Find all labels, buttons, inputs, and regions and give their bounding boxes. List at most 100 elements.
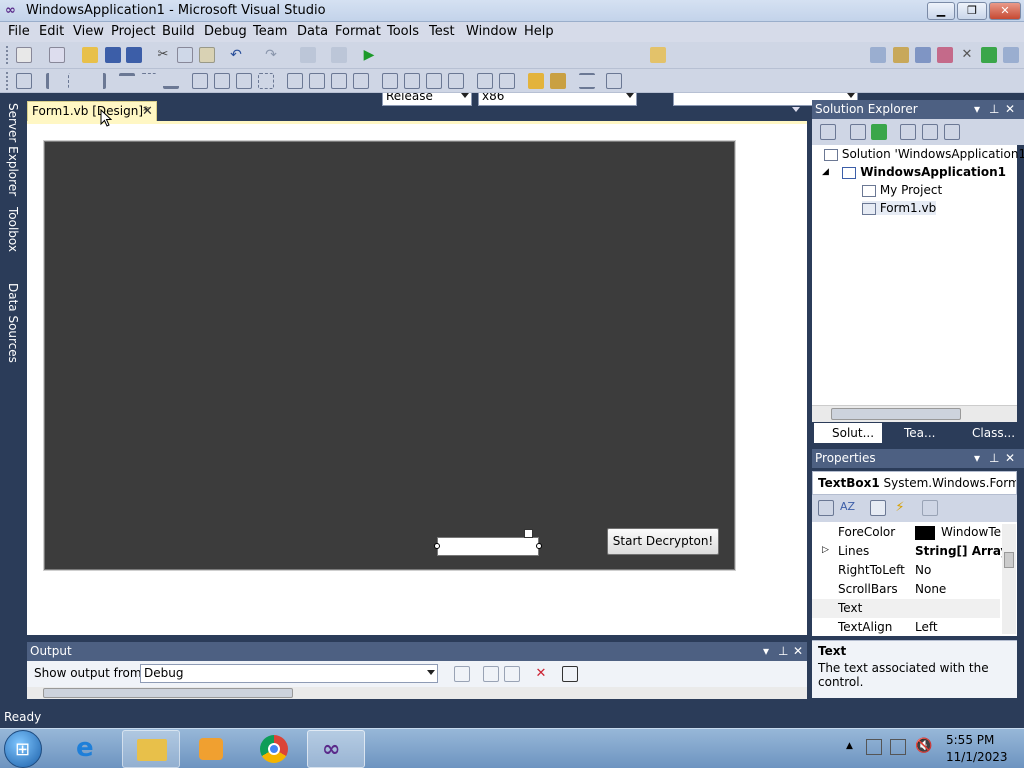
next-message-icon[interactable] xyxy=(504,666,520,682)
output-source-select[interactable]: Debug xyxy=(140,664,438,683)
increase-horizontal-spacing-icon[interactable] xyxy=(309,73,325,89)
close-icon[interactable]: ✕ xyxy=(793,642,803,661)
object-browser-icon[interactable] xyxy=(915,47,931,63)
dropdown-arrow-icon[interactable]: ▾ xyxy=(763,642,769,661)
start-button[interactable]: ⊞ xyxy=(4,730,42,768)
taskbar-file-explorer[interactable] xyxy=(122,730,180,768)
decrease-vertical-spacing-icon[interactable] xyxy=(426,73,442,89)
property-row-lines[interactable]: Lines String[] Array xyxy=(812,542,1008,561)
tab-team-explorer[interactable]: Tea... xyxy=(886,423,950,443)
close-icon[interactable]: ✕ xyxy=(1005,449,1015,468)
tree-item-my-project[interactable]: My Project xyxy=(862,183,942,197)
view-code-icon[interactable] xyxy=(900,124,916,140)
menu-team[interactable]: Team xyxy=(253,24,287,40)
align-bottoms-icon[interactable] xyxy=(163,73,179,89)
start-debugging-icon[interactable]: ▶ xyxy=(361,47,377,63)
taskbar-chrome[interactable] xyxy=(245,730,303,768)
menu-project[interactable]: Project xyxy=(111,24,155,40)
scroll-thumb[interactable] xyxy=(831,408,961,420)
show-hidden-icons-icon[interactable]: ▲ xyxy=(846,741,853,751)
save-all-icon[interactable] xyxy=(126,47,142,63)
refresh-icon[interactable] xyxy=(871,124,887,140)
tab-solution-explorer[interactable]: Solut... xyxy=(814,423,882,443)
remove-vertical-spacing-icon[interactable] xyxy=(448,73,464,89)
align-centers-icon[interactable] xyxy=(68,73,84,89)
add-item-icon[interactable] xyxy=(49,47,65,63)
increase-vertical-spacing-icon[interactable] xyxy=(404,73,420,89)
menu-build[interactable]: Build xyxy=(162,24,195,40)
properties-icon[interactable] xyxy=(820,124,836,140)
start-page-icon[interactable] xyxy=(981,47,997,63)
tab-form1-design[interactable]: Form1.vb [Design]* xyxy=(27,101,157,121)
menu-test[interactable]: Test xyxy=(429,24,455,40)
dropdown-arrow-icon[interactable]: ▾ xyxy=(974,449,980,468)
make-same-width-icon[interactable] xyxy=(192,73,208,89)
paste-icon[interactable] xyxy=(199,47,215,63)
property-grid-scrollbar[interactable] xyxy=(1002,524,1016,634)
dropdown-arrow-icon[interactable]: ▾ xyxy=(974,100,980,119)
network-icon[interactable] xyxy=(890,739,906,755)
lock-controls-icon[interactable] xyxy=(606,73,622,89)
taskbar-internet-explorer[interactable]: e xyxy=(60,730,118,768)
tab-class-view[interactable]: Class... xyxy=(954,423,1024,443)
alphabetical-icon[interactable]: AZ xyxy=(840,500,856,516)
menu-format[interactable]: Format xyxy=(335,24,381,40)
navigate-backward-icon[interactable] xyxy=(300,47,316,63)
tree-item-form1[interactable]: Form1.vb xyxy=(862,201,937,215)
extension-icon[interactable] xyxy=(1003,47,1019,63)
clock-time[interactable]: 5:55 PM xyxy=(946,733,994,747)
textbox1-control[interactable] xyxy=(437,537,539,556)
scroll-thumb[interactable] xyxy=(1004,552,1014,568)
output-horizontal-scrollbar[interactable] xyxy=(27,687,807,699)
find-in-files-icon[interactable] xyxy=(650,47,666,63)
horizontal-spacing-equal-icon[interactable] xyxy=(287,73,303,89)
property-pages-icon[interactable] xyxy=(922,500,938,516)
properties-window-icon[interactable] xyxy=(893,47,909,63)
redo-icon[interactable]: ↷ xyxy=(263,47,279,63)
navigate-forward-icon[interactable] xyxy=(331,47,347,63)
property-row-righttoleft[interactable]: RightToLeft No xyxy=(812,561,1000,580)
categorized-icon[interactable] xyxy=(818,500,834,516)
view-designer-icon[interactable] xyxy=(922,124,938,140)
toolbar-grip[interactable] xyxy=(6,46,10,64)
property-row-scrollbars[interactable]: ScrollBars None xyxy=(812,580,1000,599)
align-middles-icon[interactable] xyxy=(141,73,157,89)
properties-view-icon[interactable] xyxy=(870,500,886,516)
pin-icon[interactable]: ⊥ xyxy=(989,100,999,119)
action-center-icon[interactable] xyxy=(866,739,882,755)
vertical-spacing-equal-icon[interactable] xyxy=(382,73,398,89)
tab-order-icon[interactable] xyxy=(579,73,595,89)
volume-muted-icon[interactable]: 🔇 xyxy=(915,738,932,754)
make-same-size-icon[interactable] xyxy=(236,73,252,89)
property-row-text[interactable]: Text xyxy=(812,599,1000,618)
undo-icon[interactable]: ↶ xyxy=(228,47,244,63)
property-row-textalign[interactable]: TextAlign Left xyxy=(812,618,1000,636)
remove-horizontal-spacing-icon[interactable] xyxy=(353,73,369,89)
taskbar-visual-studio[interactable]: ∞ xyxy=(307,730,365,768)
center-horizontally-icon[interactable] xyxy=(477,73,493,89)
tree-item-project[interactable]: WindowsApplication1 xyxy=(842,165,1006,179)
solution-explorer-icon[interactable] xyxy=(870,47,886,63)
clear-all-icon[interactable]: ✕ xyxy=(533,666,549,682)
form1-canvas[interactable] xyxy=(44,141,735,570)
menu-edit[interactable]: Edit xyxy=(39,24,64,40)
start-decryption-button[interactable]: Start Decrypton! xyxy=(607,528,719,555)
scroll-thumb[interactable] xyxy=(43,688,293,698)
collapse-arrow-icon[interactable]: ◢ xyxy=(822,167,829,177)
menu-help[interactable]: Help xyxy=(524,24,554,40)
menu-debug[interactable]: Debug xyxy=(204,24,247,40)
find-message-icon[interactable] xyxy=(454,666,470,682)
pin-icon[interactable]: ⊥ xyxy=(778,642,788,661)
menu-tools[interactable]: Tools xyxy=(387,24,419,40)
send-to-back-icon[interactable] xyxy=(550,73,566,89)
center-vertically-icon[interactable] xyxy=(499,73,515,89)
show-all-files-icon[interactable] xyxy=(850,124,866,140)
resize-handle-right[interactable] xyxy=(536,543,542,549)
events-icon[interactable]: ⚡ xyxy=(892,500,908,516)
open-file-icon[interactable] xyxy=(82,47,98,63)
size-to-grid-icon[interactable] xyxy=(258,73,274,89)
align-tops-icon[interactable] xyxy=(119,73,135,89)
clock-date[interactable]: 11/1/2023 xyxy=(946,750,1008,764)
save-icon[interactable] xyxy=(105,47,121,63)
bring-to-front-icon[interactable] xyxy=(528,73,544,89)
